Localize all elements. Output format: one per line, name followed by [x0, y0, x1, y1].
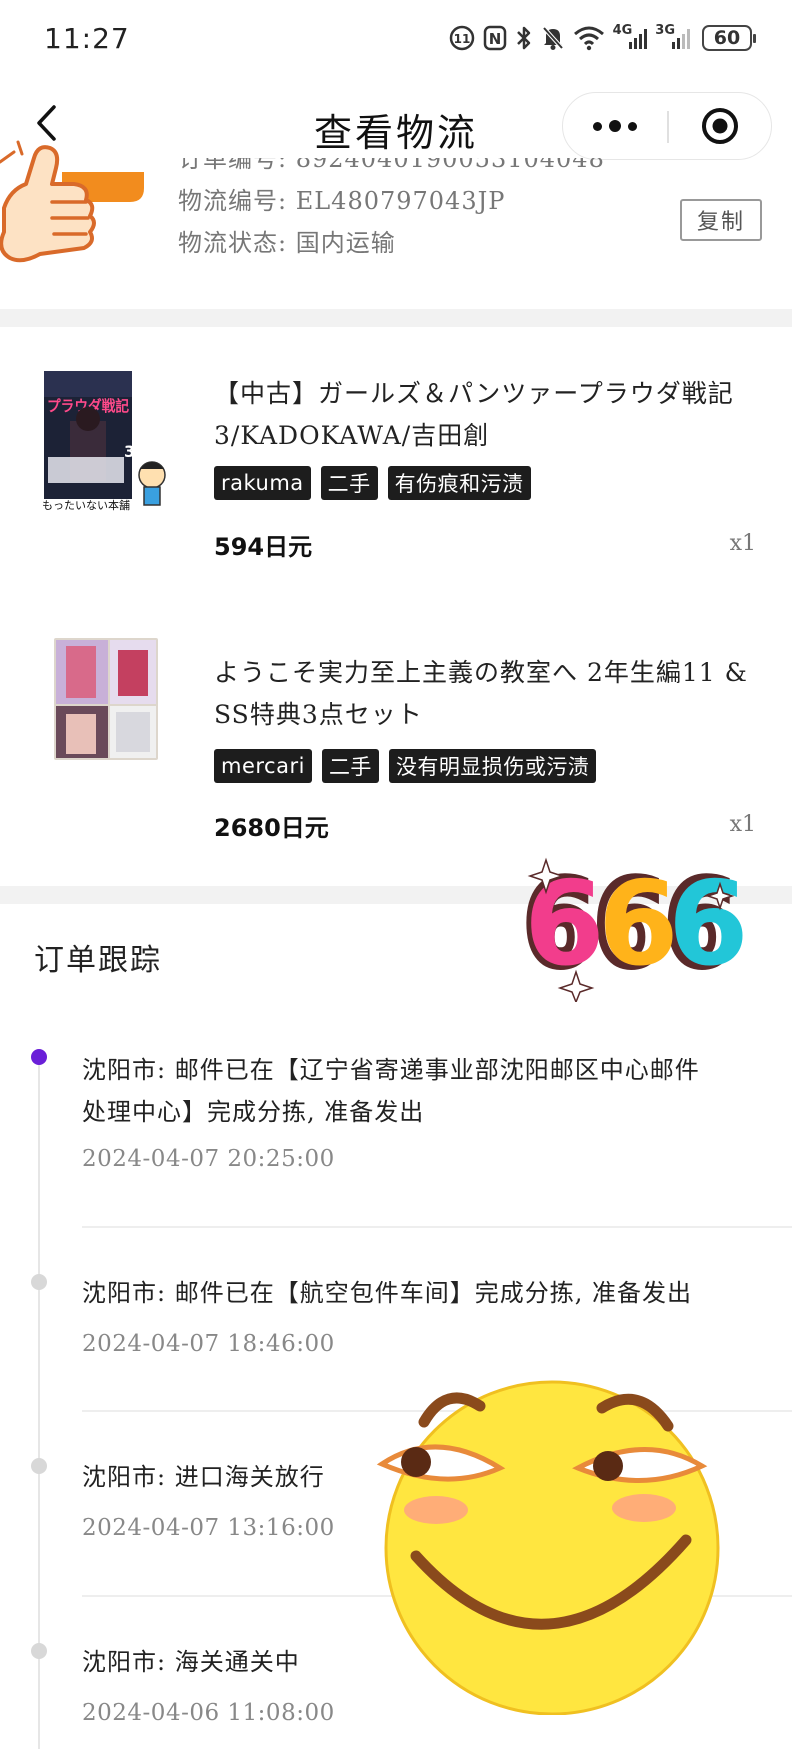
product-image	[54, 638, 158, 760]
tracking-event-time: 2024-04-07 18:46:00	[82, 1331, 335, 1357]
tag-platform: mercari	[214, 749, 312, 783]
tag-platform: rakuma	[214, 466, 311, 500]
status-bar: 11:27 11 N 4G 3G 60	[0, 0, 792, 80]
product-quantity: x1	[729, 531, 756, 556]
timeline-dot	[31, 1643, 47, 1659]
nfc-icon: N	[483, 24, 507, 52]
battery-indicator: 60	[702, 25, 756, 51]
thumbs-up-sticker	[0, 140, 144, 263]
smirk-face-sticker	[376, 1380, 720, 1715]
product-tags: rakuma 二手 有伤痕和污渍	[214, 466, 531, 500]
product-price: 594日元	[214, 533, 313, 561]
bluetooth-icon	[515, 24, 533, 52]
section-divider	[0, 309, 792, 327]
product-price: 2680日元	[214, 814, 329, 842]
tracking-event-text: 沈阳市: 邮件已在【航空包件车间】完成分拣, 准备发出	[82, 1279, 692, 1307]
svg-text:3: 3	[124, 442, 135, 461]
product-quantity: x1	[729, 812, 756, 837]
status-icons: 11 N 4G 3G 60	[449, 22, 756, 54]
product-image: プラウダ戦記 3 もったいない本舗	[42, 371, 166, 511]
mute-bell-icon	[541, 24, 565, 52]
product-item[interactable]: ようこそ実力至上主義の教室へ 2年生編11 & SS特典3点セット mercar…	[0, 608, 792, 878]
product-title: 【中古】ガールズ＆パンツァープラウダ戦記 3/KADOKAWA/吉田創	[214, 379, 734, 450]
svg-text:11: 11	[453, 32, 470, 46]
status-time: 11:27	[44, 22, 130, 55]
svg-text:もったいない本舗: もったいない本舗	[42, 498, 130, 511]
order-number: 订单编号: 8924040190053104048	[178, 158, 605, 173]
wifi-icon	[573, 24, 605, 52]
signal-3g-icon: 3G	[655, 23, 690, 52]
tag-condition-detail: 没有明显损伤或污渍	[388, 749, 597, 783]
sticker-666: 666 6 6 6	[520, 853, 748, 1002]
signal-4g-icon: 4G	[613, 23, 648, 52]
timeline-dot-active	[31, 1049, 47, 1065]
order-info: 订单编号: 8924040190053104048 物流编号: EL480797…	[178, 158, 605, 264]
tracking-event-time: 2024-04-07 20:25:00	[82, 1146, 335, 1172]
target-close-icon	[702, 108, 738, 144]
timeline-dot	[31, 1458, 47, 1474]
tracking-section-title: 订单跟踪	[34, 943, 162, 978]
miniprogram-capsule	[562, 92, 772, 160]
tag-condition: 二手	[320, 466, 378, 500]
svg-text:6: 6	[668, 857, 748, 992]
tag-condition-detail: 有伤痕和污渍	[387, 466, 531, 500]
tracking-event-time: 2024-04-07 13:16:00	[82, 1515, 335, 1541]
svg-text:N: N	[488, 30, 501, 48]
svg-text:6: 6	[598, 857, 679, 992]
product-item[interactable]: プラウダ戦記 3 もったいない本舗 【中古】ガールズ＆パンツァープラウダ戦記 3…	[0, 327, 792, 571]
timeline-dot	[31, 1274, 47, 1290]
tracking-number: 物流编号: EL480797043JP	[178, 187, 506, 215]
tracking-event-time: 2024-04-06 11:08:00	[82, 1700, 335, 1726]
close-miniprogram-button[interactable]	[669, 93, 771, 159]
product-title: ようこそ実力至上主義の教室へ 2年生編11 & SS特典3点セット	[214, 658, 748, 729]
tracking-event-text: 沈阳市: 邮件已在【辽宁省寄递事业部沈阳邮区中心邮件处理中心】完成分拣, 准备发…	[82, 1056, 700, 1126]
product-tags: mercari 二手 没有明显损伤或污渍	[214, 749, 597, 783]
more-button[interactable]	[563, 93, 667, 159]
tag-condition: 二手	[321, 749, 379, 783]
copy-button[interactable]: 复制	[680, 199, 762, 241]
logistics-status: 物流状态: 国内运输	[178, 229, 396, 257]
notification-badge-icon: 11	[449, 24, 475, 52]
